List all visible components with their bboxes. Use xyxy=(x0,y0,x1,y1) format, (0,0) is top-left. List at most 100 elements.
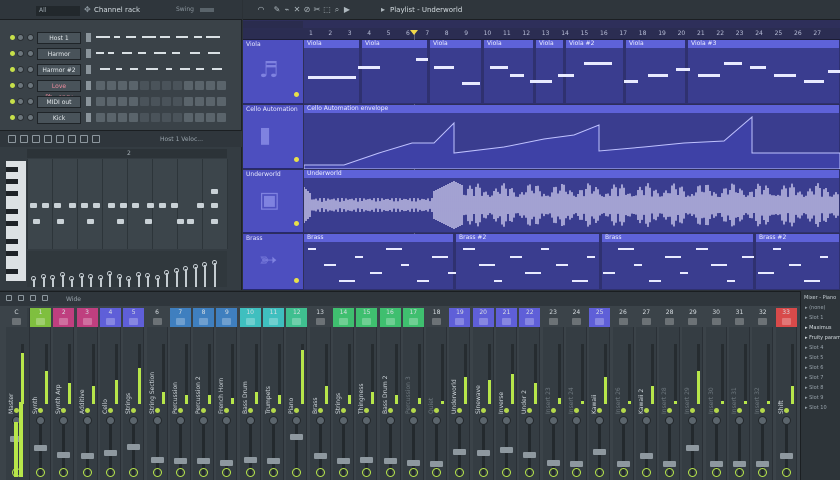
track-led[interactable] xyxy=(294,221,299,226)
mute-button[interactable] xyxy=(385,468,395,477)
mixer-track[interactable]: 24 Insert 24 xyxy=(565,308,587,480)
mixer-track[interactable]: 25 Kawaii xyxy=(589,308,611,480)
ruler-number[interactable]: 16 xyxy=(600,30,608,37)
note-block[interactable] xyxy=(211,189,218,194)
clip-header[interactable]: Brass #2 xyxy=(456,234,599,242)
velocity-bar[interactable] xyxy=(185,269,187,287)
channel-led[interactable] xyxy=(10,83,15,88)
insert-slot[interactable]: ▸ Slot 9 xyxy=(805,395,823,401)
step-button[interactable] xyxy=(151,113,160,122)
channel-led[interactable] xyxy=(10,99,15,104)
note-block[interactable] xyxy=(117,219,124,224)
step-button[interactable] xyxy=(195,113,204,122)
note-block[interactable] xyxy=(57,219,64,224)
track-header[interactable]: Cello Automation ▮ xyxy=(243,105,303,169)
clip-header[interactable]: Viola xyxy=(626,40,685,48)
velocity-handle[interactable] xyxy=(78,273,84,278)
track-insert-icon[interactable] xyxy=(735,318,744,325)
clip-body[interactable] xyxy=(484,48,533,103)
mixer-track[interactable]: 18 Quiet xyxy=(426,308,448,480)
step-button[interactable] xyxy=(107,81,116,90)
piano-keyboard[interactable] xyxy=(6,161,26,281)
step-button[interactable] xyxy=(217,97,226,106)
select-icon[interactable]: ⬚ xyxy=(323,6,331,14)
mixer-track[interactable]: 32 Insert 32 xyxy=(752,308,774,480)
fader-cap[interactable] xyxy=(546,459,560,466)
zoom-icon[interactable]: ⌕ xyxy=(333,6,341,14)
ruler-number[interactable]: 26 xyxy=(794,30,802,37)
fader-cap[interactable] xyxy=(290,434,304,441)
ruler-number[interactable]: 13 xyxy=(542,30,550,37)
mixer-track[interactable]: 13 Brass xyxy=(309,308,331,480)
mixer-track[interactable]: 5 Strings xyxy=(123,308,145,480)
arrow-icon[interactable]: ▸ xyxy=(379,6,387,14)
ruler-number[interactable]: 12 xyxy=(522,30,530,37)
step-button[interactable] xyxy=(206,81,215,90)
clip-header[interactable]: Brass xyxy=(304,234,453,242)
ruler-number[interactable]: 15 xyxy=(581,30,589,37)
channel-name-button[interactable]: Love Ph...ency xyxy=(37,80,81,101)
step-button[interactable] xyxy=(173,81,182,90)
pattern-graph[interactable] xyxy=(96,32,226,43)
ruler-number[interactable]: 19 xyxy=(658,30,666,37)
fader-cap[interactable] xyxy=(593,448,607,455)
insert-slot[interactable]: ▸ Slot 4 xyxy=(805,345,823,351)
channel-row[interactable]: Harmor #2 xyxy=(0,62,242,78)
insert-slot[interactable]: ▸ Slot 6 xyxy=(805,365,823,371)
ruler-number[interactable]: 20 xyxy=(678,30,686,37)
clip-body[interactable] xyxy=(430,48,481,103)
track-insert-icon[interactable] xyxy=(385,318,395,325)
step-button[interactable] xyxy=(96,81,105,90)
step-button[interactable] xyxy=(217,113,226,122)
pan-knob[interactable] xyxy=(17,34,24,41)
ruler-number[interactable]: 2 xyxy=(328,30,332,37)
send-led[interactable] xyxy=(737,408,742,413)
mute-button[interactable] xyxy=(618,468,628,477)
note-block[interactable] xyxy=(81,203,88,208)
headphones-icon[interactable]: ◠ xyxy=(257,6,265,14)
fader-cap[interactable] xyxy=(406,459,420,466)
track-insert-icon[interactable] xyxy=(502,318,511,325)
ruler-number[interactable]: 24 xyxy=(755,30,763,37)
channel-rack-titlebar[interactable]: All ✥ Channel rack Swing xyxy=(0,0,242,20)
mixer-track[interactable]: 30 Insert 30 xyxy=(705,308,727,480)
track-insert-icon[interactable] xyxy=(175,318,185,325)
note-block[interactable] xyxy=(187,219,194,224)
mute-button[interactable] xyxy=(175,468,185,477)
track-lane[interactable]: Underworld xyxy=(304,170,840,233)
ruler-number[interactable]: 17 xyxy=(619,30,627,37)
step-button[interactable] xyxy=(184,113,193,122)
mixer-track[interactable]: 31 Insert 31 xyxy=(729,308,750,480)
velocity-handle[interactable] xyxy=(88,274,93,279)
pr-menu-icon[interactable] xyxy=(8,135,16,143)
mute-button[interactable] xyxy=(781,468,791,477)
mute-button[interactable] xyxy=(152,468,162,477)
step-button[interactable] xyxy=(118,113,127,122)
step-button[interactable] xyxy=(96,113,105,122)
ruler-number[interactable]: 9 xyxy=(464,30,468,37)
track-insert-icon[interactable] xyxy=(36,318,45,325)
ruler-number[interactable]: 18 xyxy=(639,30,647,37)
channel-led[interactable] xyxy=(10,35,15,40)
mute-button[interactable] xyxy=(105,468,115,477)
send-led[interactable] xyxy=(84,408,90,413)
ruler-number[interactable]: 4 xyxy=(367,30,371,37)
velocity-handle[interactable] xyxy=(154,275,160,280)
fader-cap[interactable] xyxy=(80,453,94,460)
insert-slot[interactable]: ▸ Slot 10 xyxy=(805,405,827,411)
playlist-ruler[interactable]: 1 2 3 4 5 6 7 8 9 10 11 12 13 14 15 16 17 18 19 20 21 22 23 24 2… xyxy=(243,28,840,40)
black-key[interactable] xyxy=(6,251,18,256)
swing-slider[interactable] xyxy=(200,8,214,12)
mute-button[interactable] xyxy=(665,468,675,477)
velocity-bar[interactable] xyxy=(204,265,206,287)
mute-icon[interactable]: ⊘ xyxy=(303,6,311,14)
mute-button[interactable] xyxy=(571,468,581,477)
ruler-number[interactable]: 5 xyxy=(387,30,391,37)
send-led[interactable] xyxy=(504,408,509,413)
insert-slot[interactable]: ▸ Fruity parametric xyxy=(805,335,840,341)
track-led[interactable] xyxy=(294,92,299,97)
send-led[interactable] xyxy=(783,408,789,413)
channel-name-button[interactable]: MIDI out xyxy=(37,96,81,108)
mixer-track[interactable]: 29 Insert 29 xyxy=(682,308,704,480)
ruler-number[interactable]: 11 xyxy=(503,30,511,37)
